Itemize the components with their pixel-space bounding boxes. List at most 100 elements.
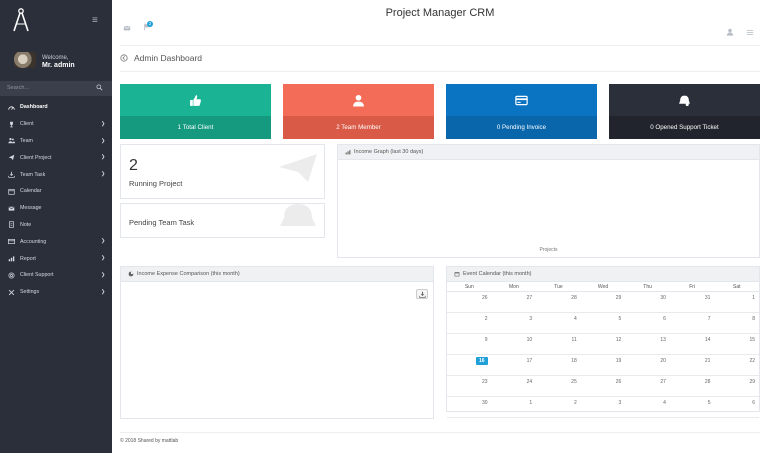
sidebar-item-settings[interactable]: Settings ❯ bbox=[0, 284, 112, 301]
calendar-day-cell[interactable]: 28 bbox=[536, 292, 581, 312]
calendar-week-row: 16 17 18 19 20 21 22 bbox=[447, 355, 759, 376]
calendar-day-cell[interactable]: 10 bbox=[492, 334, 537, 354]
calendar-day-cell[interactable]: 11 bbox=[536, 334, 581, 354]
calendar-day-cell[interactable]: 31 bbox=[670, 292, 715, 312]
calendar-day-cell[interactable]: 22 bbox=[714, 355, 759, 375]
pending-team-task-panel[interactable]: Pending Team Task bbox=[120, 203, 325, 238]
calendar-day-cell[interactable]: 26 bbox=[447, 292, 492, 312]
breadcrumb: Admin Dashboard bbox=[120, 50, 202, 66]
calendar-day-cell[interactable]: 15 bbox=[714, 334, 759, 354]
envelope-icon bbox=[8, 205, 15, 212]
calendar-day-cell[interactable]: 27 bbox=[625, 376, 670, 396]
weekday-label: Sun bbox=[464, 284, 474, 290]
search-input[interactable]: Search... bbox=[7, 85, 29, 91]
avatar[interactable] bbox=[14, 52, 36, 68]
calendar-day-cell[interactable]: 26 bbox=[581, 376, 626, 396]
calendar-day-number: 31 bbox=[704, 295, 711, 301]
calendar-day-cell[interactable]: 9 bbox=[447, 334, 492, 354]
running-project-count: 2 bbox=[129, 157, 138, 174]
calendar-day-cell[interactable]: 7 bbox=[670, 313, 715, 333]
calendar-day-cell[interactable]: 29 bbox=[714, 376, 759, 396]
calendar-day-number: 4 bbox=[663, 400, 666, 406]
download-button[interactable] bbox=[416, 289, 428, 299]
circle-arrow-icon bbox=[120, 54, 128, 62]
search-icon[interactable] bbox=[96, 84, 103, 91]
menu-toggle-icon[interactable]: ≡ bbox=[92, 16, 98, 26]
calendar-day-cell[interactable]: 16 bbox=[447, 355, 492, 375]
user-icon[interactable] bbox=[726, 28, 734, 36]
envelope-icon[interactable] bbox=[123, 24, 131, 32]
calendar-day-cell[interactable]: 17 bbox=[492, 355, 537, 375]
calendar-day-cell[interactable]: 30 bbox=[447, 397, 492, 417]
calendar-day-cell[interactable]: 21 bbox=[670, 355, 715, 375]
calendar-day-cell[interactable]: 4 bbox=[536, 313, 581, 333]
sidebar-item-client-project[interactable]: Client Project ❯ bbox=[0, 149, 112, 166]
calendar-day-cell[interactable]: 2 bbox=[536, 397, 581, 417]
sidebar-search[interactable]: Search... bbox=[0, 81, 112, 96]
sidebar-item-note[interactable]: Note bbox=[0, 217, 112, 234]
chevron-right-icon: ❯ bbox=[101, 288, 106, 295]
stat-card-pending-invoice[interactable]: 0 Pending Invoice bbox=[446, 84, 597, 139]
calendar-day-cell[interactable]: 8 bbox=[714, 313, 759, 333]
calendar-day-cell[interactable]: 25 bbox=[536, 376, 581, 396]
calendar-day-cell[interactable]: 4 bbox=[625, 397, 670, 417]
chevron-right-icon: ❯ bbox=[101, 255, 106, 262]
sidebar-item-dashboard[interactable]: Dashboard bbox=[0, 99, 112, 116]
calendar-day-number: 1 bbox=[752, 295, 756, 301]
sidebar-item-calendar[interactable]: Calendar bbox=[0, 183, 112, 200]
calendar-day-cell[interactable]: 20 bbox=[625, 355, 670, 375]
calendar-day-cell[interactable]: 3 bbox=[581, 397, 626, 417]
calendar-day-number: 8 bbox=[752, 316, 756, 322]
stat-card-total-client[interactable]: 1 Total Client bbox=[120, 84, 271, 139]
calendar-day-cell[interactable]: 2 bbox=[447, 313, 492, 333]
calendar-day-number: 18 bbox=[571, 358, 577, 364]
running-project-panel[interactable]: 2 Running Project bbox=[120, 144, 325, 199]
calendar-day-cell[interactable]: 19 bbox=[581, 355, 626, 375]
chevron-right-icon: ❯ bbox=[101, 238, 106, 245]
calendar-day-cell[interactable]: 23 bbox=[447, 376, 492, 396]
calendar-day-cell[interactable]: 29 bbox=[581, 292, 626, 312]
download-tray-icon bbox=[8, 171, 15, 178]
compass-logo-icon[interactable] bbox=[11, 7, 31, 33]
calendar-week-row: 26 27 28 29 30 31 1 bbox=[447, 292, 759, 313]
sidebar-item-team-task[interactable]: Team Task ❯ bbox=[0, 166, 112, 183]
calendar-day-cell[interactable]: 1 bbox=[492, 397, 537, 417]
sidebar-item-accounting[interactable]: Accounting ❯ bbox=[0, 233, 112, 250]
calendar-day-number: 3 bbox=[529, 316, 533, 322]
calendar-day-cell[interactable]: 24 bbox=[492, 376, 537, 396]
calendar-day-number: 13 bbox=[660, 337, 666, 343]
chevron-right-icon: ❯ bbox=[101, 271, 106, 278]
sidebar-item-team[interactable]: Team ❯ bbox=[0, 133, 112, 150]
user-icon bbox=[353, 94, 364, 106]
sidebar-item-label: Accounting bbox=[20, 238, 47, 245]
sidebar-item-client-support[interactable]: Client Support ❯ bbox=[0, 267, 112, 284]
sidebar-item-client[interactable]: Client ❯ bbox=[0, 116, 112, 133]
calendar-day-cell[interactable]: 5 bbox=[670, 397, 715, 417]
calendar-day-cell[interactable]: 6 bbox=[714, 397, 759, 417]
weekday-label: Sat bbox=[733, 284, 741, 290]
welcome-text: Welcome, bbox=[42, 55, 69, 61]
top-header: Project Manager CRM 2 bbox=[112, 0, 768, 44]
calendar-day-cell[interactable]: 5 bbox=[581, 313, 626, 333]
calendar-day-cell[interactable]: 28 bbox=[670, 376, 715, 396]
calendar-day-cell[interactable]: 6 bbox=[625, 313, 670, 333]
calendar-day-cell[interactable]: 18 bbox=[536, 355, 581, 375]
sidebar-item-report[interactable]: Report ❯ bbox=[0, 250, 112, 267]
app-title: Project Manager CRM bbox=[385, 7, 495, 19]
stat-card-team-member[interactable]: 2 Team Member bbox=[283, 84, 434, 139]
menu-icon[interactable] bbox=[746, 28, 754, 36]
sidebar-item-message[interactable]: Message bbox=[0, 200, 112, 217]
calendar-day-cell[interactable]: 27 bbox=[492, 292, 537, 312]
thumbs-up-icon bbox=[190, 94, 201, 106]
calendar-day-cell[interactable]: 30 bbox=[625, 292, 670, 312]
sidebar-item-label: Calendar bbox=[20, 188, 42, 195]
calendar-day-cell[interactable]: 13 bbox=[625, 334, 670, 354]
calendar-icon bbox=[8, 188, 15, 195]
stat-card-support-ticket[interactable]: 0 Opened Support Ticket bbox=[609, 84, 760, 139]
sidebar-item-label: Settings bbox=[20, 289, 40, 296]
calendar-day-cell[interactable]: 3 bbox=[492, 313, 537, 333]
calendar-day-cell[interactable]: 12 bbox=[581, 334, 626, 354]
calendar-day-cell[interactable]: 14 bbox=[670, 334, 715, 354]
divider bbox=[120, 45, 760, 46]
calendar-day-cell[interactable]: 1 bbox=[714, 292, 759, 312]
